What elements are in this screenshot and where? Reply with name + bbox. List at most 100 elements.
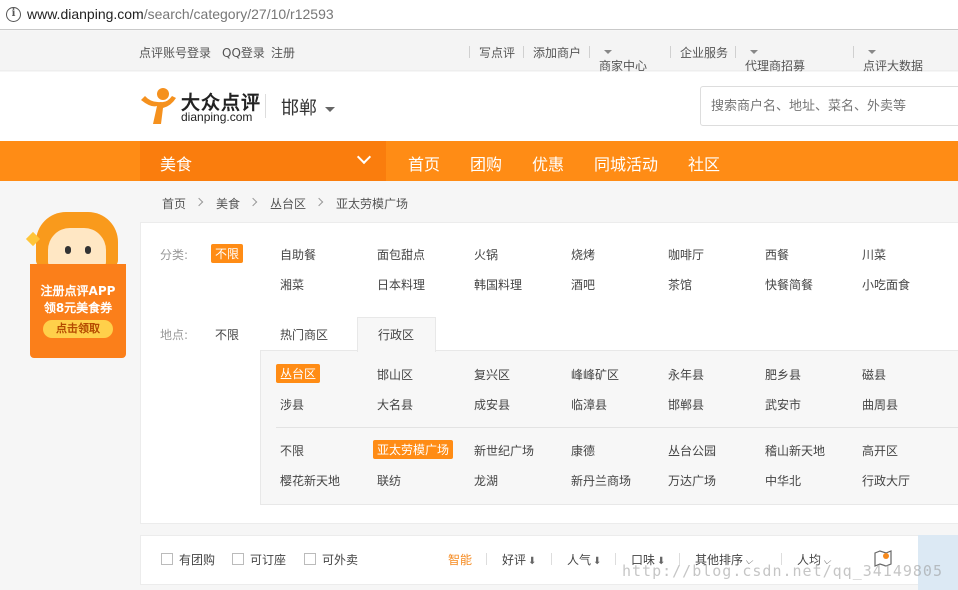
- agent-menu[interactable]: 代理商招募: [745, 44, 805, 73]
- city-selector[interactable]: 邯郸: [281, 94, 335, 120]
- login-link[interactable]: 点评账号登录: [139, 44, 211, 61]
- category-option[interactable]: 日本料理: [377, 276, 425, 293]
- sort-smart[interactable]: 智能: [448, 551, 472, 568]
- category-dropdown[interactable]: 美食: [140, 141, 386, 181]
- category-option[interactable]: 面包甜点: [377, 246, 425, 263]
- breadcrumb-home[interactable]: 首页: [162, 195, 186, 212]
- merchant-center-menu[interactable]: 商家中心: [599, 44, 647, 73]
- qq-login-link[interactable]: QQ登录: [222, 44, 265, 61]
- district-option[interactable]: 曲周县: [862, 396, 898, 413]
- divider: [523, 46, 524, 58]
- group-buy-label[interactable]: 有团购: [179, 551, 215, 568]
- area-option[interactable]: 高开区: [862, 442, 898, 459]
- add-merchant-link[interactable]: 添加商户: [533, 44, 581, 61]
- district-option[interactable]: 涉县: [280, 396, 304, 413]
- district-option[interactable]: 大名县: [377, 396, 413, 413]
- area-option[interactable]: 稽山新天地: [765, 442, 825, 459]
- category-label: 美食: [160, 155, 193, 174]
- mascot-icon: [36, 212, 118, 268]
- takeout-label[interactable]: 可外卖: [322, 551, 358, 568]
- tab-hot-areas[interactable]: 热门商区: [280, 326, 328, 343]
- breadcrumb-district[interactable]: 丛台区: [270, 195, 306, 212]
- logo-domain: dianping.com: [181, 110, 253, 124]
- district-option[interactable]: 永年县: [668, 366, 704, 383]
- nav-item-home[interactable]: 首页: [408, 151, 440, 175]
- divider: [265, 94, 266, 118]
- category-option[interactable]: 烧烤: [571, 246, 595, 263]
- nav-item-discount[interactable]: 优惠: [532, 151, 564, 175]
- register-link[interactable]: 注册: [271, 44, 295, 61]
- search-input[interactable]: [700, 86, 958, 126]
- district-option[interactable]: 复兴区: [474, 366, 510, 383]
- ad-line-2: 领8元美食券: [43, 301, 113, 315]
- divider: [589, 46, 590, 58]
- chevron-down-icon: [356, 149, 372, 165]
- district-option[interactable]: 磁县: [862, 366, 886, 383]
- category-option[interactable]: 小吃面食: [862, 276, 910, 293]
- district-option[interactable]: 邯山区: [377, 366, 413, 383]
- category-option[interactable]: 茶馆: [668, 276, 692, 293]
- area-option[interactable]: 新丹兰商场: [571, 472, 631, 489]
- area-option-selected[interactable]: 亚太劳模广场: [373, 440, 454, 459]
- breadcrumb-food[interactable]: 美食: [216, 195, 240, 212]
- top-links-bar: 点评账号登录 QQ登录 注册 写点评 添加商户 商家中心 企业服务 代理商招募 …: [0, 31, 958, 73]
- enterprise-link[interactable]: 企业服务: [680, 44, 728, 61]
- reservable-checkbox[interactable]: [232, 553, 244, 565]
- category-all-option[interactable]: 不限: [211, 244, 244, 263]
- area-option[interactable]: 新世纪广场: [474, 442, 534, 459]
- district-option[interactable]: 武安市: [765, 396, 801, 413]
- area-option[interactable]: 联纺: [377, 472, 401, 489]
- app-promo-ad[interactable]: 注册点评APP 领8元美食券 点击领取: [24, 212, 128, 358]
- category-option[interactable]: 湘菜: [280, 276, 304, 293]
- breadcrumb-area: 亚太劳模广场: [336, 197, 409, 211]
- area-option[interactable]: 康德: [571, 442, 595, 459]
- reservable-label[interactable]: 可订座: [250, 551, 286, 568]
- category-option[interactable]: 川菜: [862, 246, 886, 263]
- category-option[interactable]: 自助餐: [280, 246, 316, 263]
- nav-item-events[interactable]: 同城活动: [594, 151, 658, 175]
- site-header: 大众点评 dianping.com 邯郸: [0, 72, 958, 141]
- info-icon[interactable]: i: [6, 7, 21, 22]
- category-option[interactable]: 咖啡厅: [668, 246, 704, 263]
- caret-down-icon: [604, 49, 612, 54]
- watermark-text: http://blog.csdn.net/qq_34149805: [622, 562, 943, 580]
- area-option[interactable]: 樱花新天地: [280, 472, 340, 489]
- area-option[interactable]: 万达广场: [668, 472, 716, 489]
- logo-figure-icon[interactable]: [139, 86, 177, 126]
- divider: [615, 553, 616, 565]
- bigdata-menu[interactable]: 点评大数据: [863, 44, 923, 73]
- nav-item-groupbuy[interactable]: 团购: [470, 151, 502, 175]
- district-option[interactable]: 峰峰矿区: [571, 366, 619, 383]
- location-all-option[interactable]: 不限: [215, 326, 239, 343]
- district-option[interactable]: 肥乡县: [765, 366, 801, 383]
- group-buy-checkbox[interactable]: [161, 553, 173, 565]
- district-option[interactable]: 临漳县: [571, 396, 607, 413]
- district-option[interactable]: 邯郸县: [668, 396, 704, 413]
- category-option[interactable]: 快餐简餐: [765, 276, 813, 293]
- category-option[interactable]: 韩国料理: [474, 276, 522, 293]
- nav-item-community[interactable]: 社区: [688, 151, 720, 175]
- divider: [670, 46, 671, 58]
- category-option[interactable]: 火锅: [474, 246, 498, 263]
- district-option-selected[interactable]: 丛台区: [276, 364, 321, 383]
- area-option[interactable]: 中华北: [765, 472, 801, 489]
- write-review-link[interactable]: 写点评: [479, 44, 515, 61]
- district-option[interactable]: 成安县: [474, 396, 510, 413]
- sort-popularity[interactable]: 人气 ⬇: [567, 551, 601, 568]
- chevron-right-icon: [248, 197, 258, 207]
- divider: [469, 46, 470, 58]
- takeout-checkbox[interactable]: [304, 553, 316, 565]
- area-option[interactable]: 丛台公园: [668, 442, 716, 459]
- sort-rating[interactable]: 好评 ⬇: [502, 551, 536, 568]
- tab-admin-districts[interactable]: 行政区: [378, 326, 414, 343]
- browser-address-bar[interactable]: i www.dianping.com/search/category/27/10…: [0, 0, 958, 30]
- category-option[interactable]: 西餐: [765, 246, 789, 263]
- area-option[interactable]: 不限: [280, 442, 304, 459]
- area-option[interactable]: 龙湖: [474, 472, 498, 489]
- ad-claim-button[interactable]: 点击领取: [43, 320, 113, 338]
- chevron-right-icon: [314, 197, 324, 207]
- divider: [853, 46, 854, 58]
- area-option[interactable]: 行政大厅: [862, 472, 910, 489]
- category-option[interactable]: 酒吧: [571, 276, 595, 293]
- url-text[interactable]: www.dianping.com/search/category/27/10/r…: [27, 6, 334, 22]
